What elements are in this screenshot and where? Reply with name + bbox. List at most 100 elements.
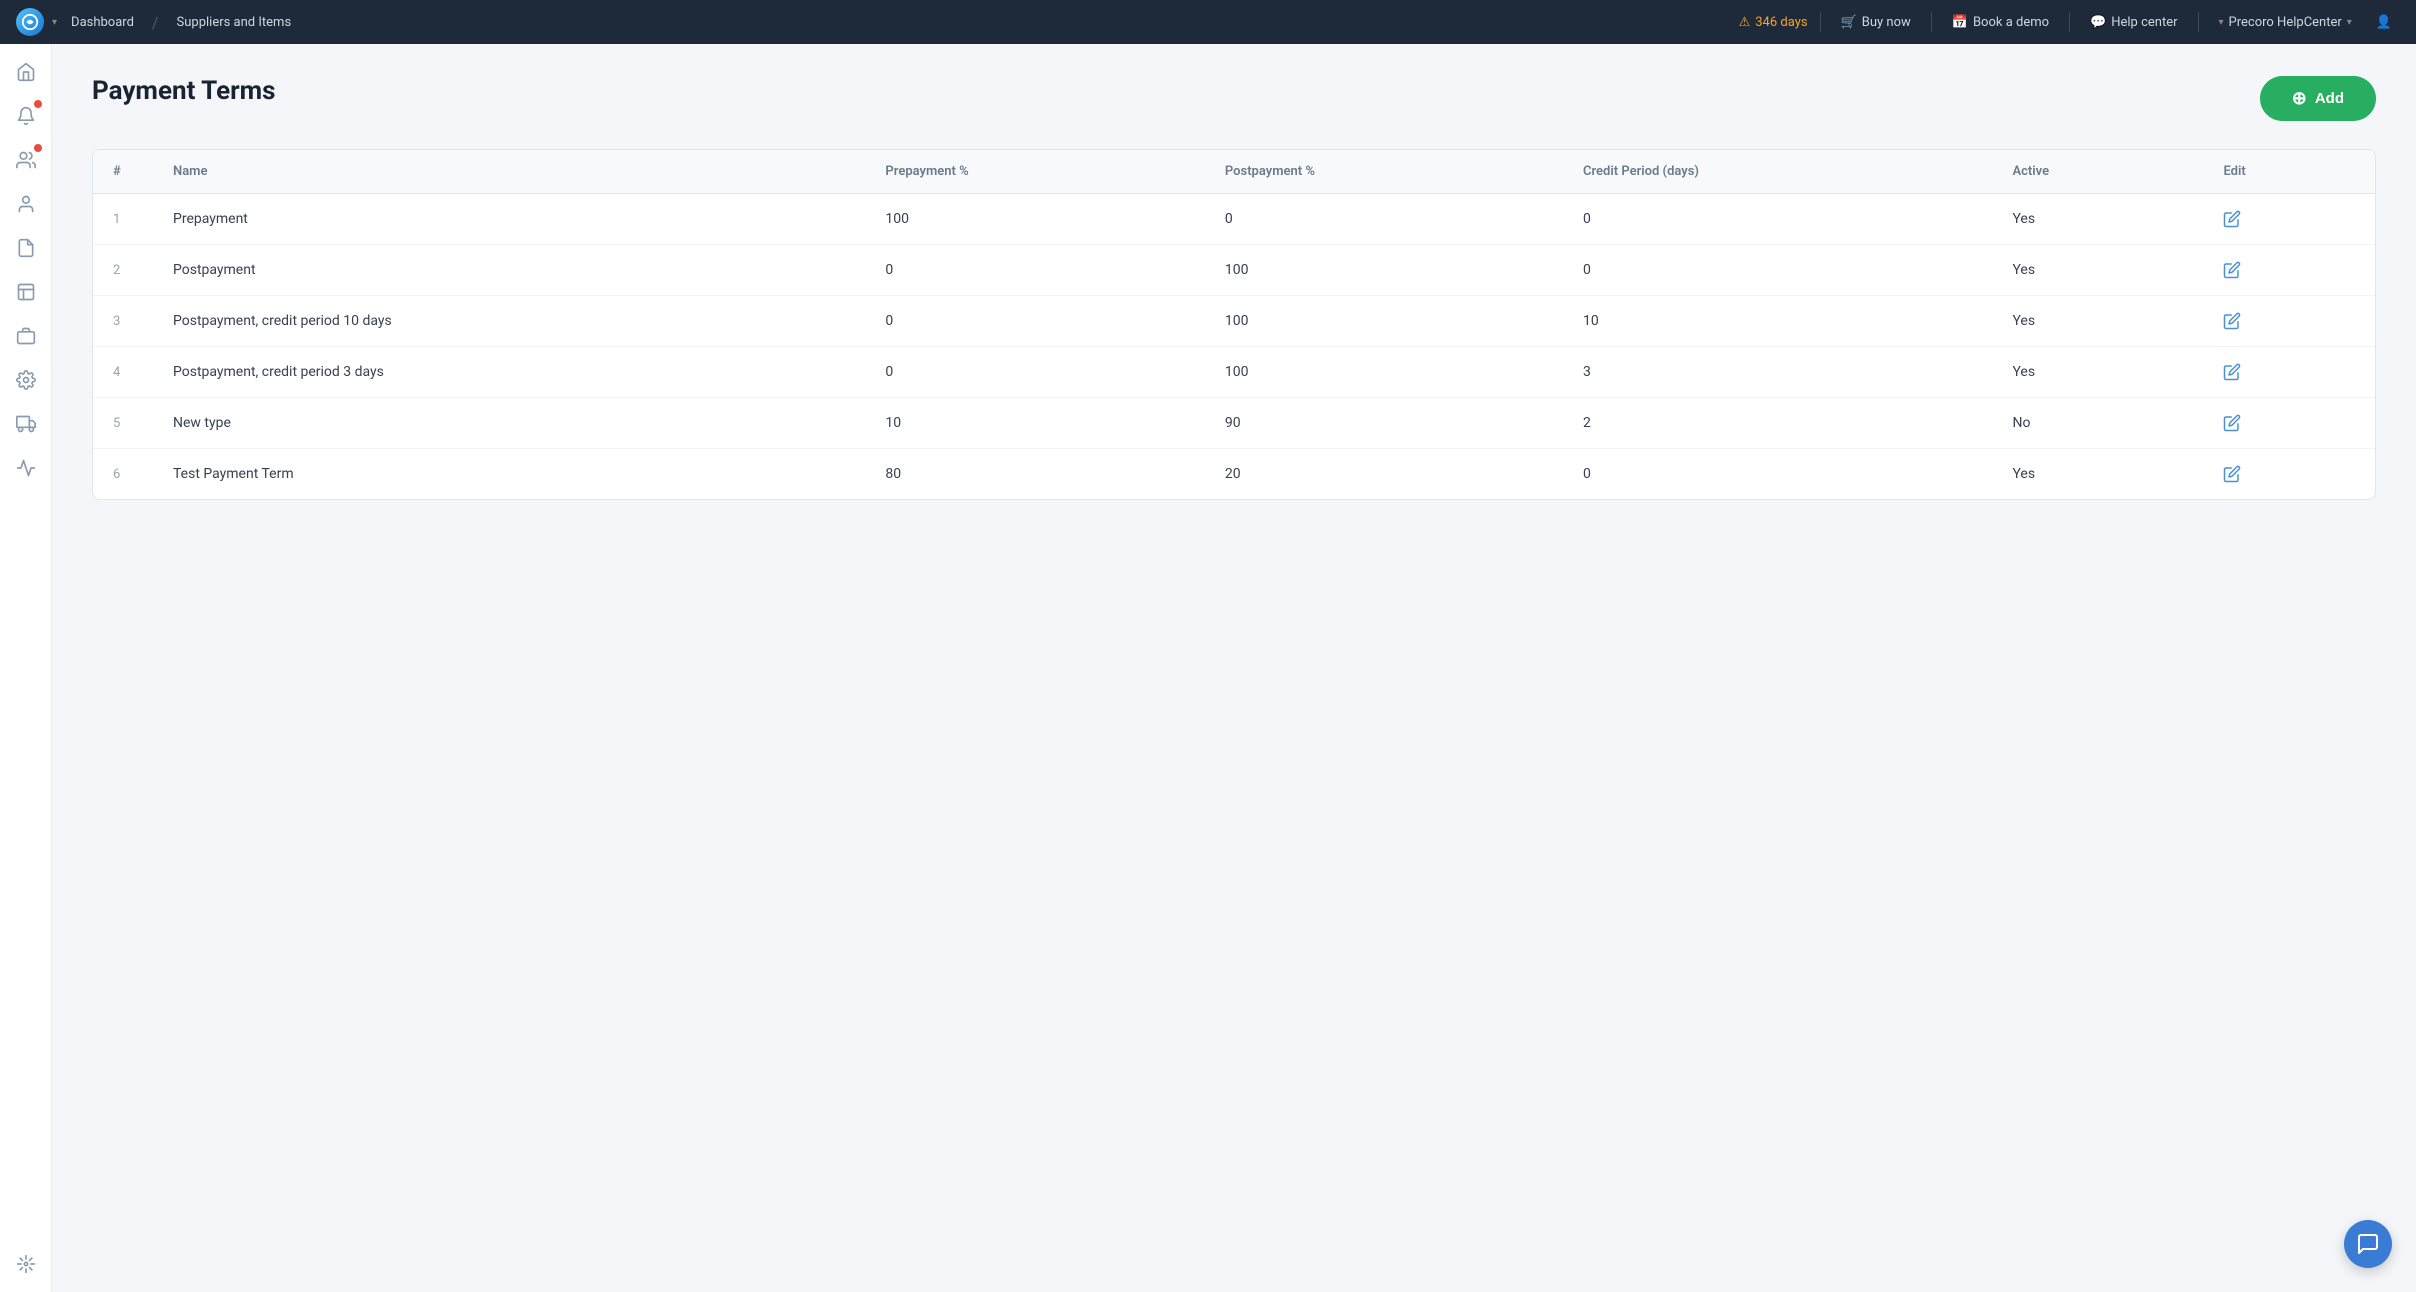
col-header-name: Name bbox=[153, 150, 865, 194]
cell-number: 2 bbox=[93, 245, 153, 296]
sidebar-item-users[interactable] bbox=[6, 140, 46, 180]
cell-prepayment: 0 bbox=[865, 296, 1204, 347]
cell-edit bbox=[2203, 194, 2375, 245]
warning-icon: ⚠ bbox=[1739, 15, 1751, 30]
help-center-button[interactable]: 💬 Help center bbox=[2082, 11, 2185, 34]
cell-credit-period: 3 bbox=[1563, 347, 1992, 398]
cell-postpayment: 100 bbox=[1205, 245, 1563, 296]
cell-name: Test Payment Term bbox=[153, 449, 865, 500]
buy-icon: 🛒 bbox=[1841, 15, 1857, 30]
col-header-credit-period: Credit Period (days) bbox=[1563, 150, 1992, 194]
cell-name: Postpayment, credit period 3 days bbox=[153, 347, 865, 398]
add-button[interactable]: ⊕ Add bbox=[2260, 76, 2376, 121]
cell-name: Postpayment, credit period 10 days bbox=[153, 296, 865, 347]
edit-icon bbox=[2223, 465, 2241, 483]
col-header-active: Active bbox=[1992, 150, 2203, 194]
sidebar-item-settings[interactable] bbox=[6, 360, 46, 400]
sidebar-item-notifications[interactable] bbox=[6, 96, 46, 136]
cell-name: Postpayment bbox=[153, 245, 865, 296]
nav-divider-1 bbox=[1820, 12, 1821, 32]
cell-prepayment: 0 bbox=[865, 245, 1204, 296]
nav-divider-4 bbox=[2198, 12, 2199, 32]
cell-number: 4 bbox=[93, 347, 153, 398]
sidebar-item-items[interactable] bbox=[6, 316, 46, 356]
book-demo-button[interactable]: 📅 Book a demo bbox=[1944, 11, 2057, 34]
cell-number: 3 bbox=[93, 296, 153, 347]
buy-now-button[interactable]: 🛒 Buy now bbox=[1833, 11, 1919, 34]
notification-badge bbox=[34, 100, 42, 108]
cell-name: Prepayment bbox=[153, 194, 865, 245]
cell-edit bbox=[2203, 296, 2375, 347]
help-icon: 💬 bbox=[2090, 15, 2106, 30]
edit-icon bbox=[2223, 414, 2241, 432]
table-row: 3Postpayment, credit period 10 days01001… bbox=[93, 296, 2375, 347]
edit-button[interactable] bbox=[2223, 312, 2241, 330]
table-row: 2Postpayment01000Yes bbox=[93, 245, 2375, 296]
col-header-number: # bbox=[93, 150, 153, 194]
cell-name: New type bbox=[153, 398, 865, 449]
cell-credit-period: 0 bbox=[1563, 194, 1992, 245]
cell-prepayment: 80 bbox=[865, 449, 1204, 500]
chat-widget[interactable] bbox=[2344, 1220, 2392, 1268]
sidebar-item-home[interactable] bbox=[6, 52, 46, 92]
col-header-prepayment: Prepayment % bbox=[865, 150, 1204, 194]
account-chevron: ▾ bbox=[2219, 17, 2224, 28]
app-logo[interactable] bbox=[16, 8, 44, 36]
edit-icon bbox=[2223, 261, 2241, 279]
cell-credit-period: 0 bbox=[1563, 449, 1992, 500]
payment-terms-table: # Name Prepayment % Postpayment % Credit… bbox=[93, 150, 2375, 499]
plus-icon: ⊕ bbox=[2292, 88, 2307, 109]
sidebar-item-documents[interactable] bbox=[6, 228, 46, 268]
account-menu[interactable]: ▾ Precoro HelpCenter ▾ bbox=[2211, 11, 2360, 34]
add-button-label: Add bbox=[2315, 90, 2344, 107]
edit-icon bbox=[2223, 363, 2241, 381]
col-header-edit: Edit bbox=[2203, 150, 2375, 194]
user-icon: 👤 bbox=[2376, 15, 2392, 30]
cell-prepayment: 10 bbox=[865, 398, 1204, 449]
edit-button[interactable] bbox=[2223, 210, 2241, 228]
sidebar-item-analytics[interactable] bbox=[6, 448, 46, 488]
cell-active: No bbox=[1992, 398, 2203, 449]
edit-icon bbox=[2223, 312, 2241, 330]
cell-postpayment: 100 bbox=[1205, 347, 1563, 398]
table-header: # Name Prepayment % Postpayment % Credit… bbox=[93, 150, 2375, 194]
cell-credit-period: 0 bbox=[1563, 245, 1992, 296]
nav-divider-3 bbox=[2069, 12, 2070, 32]
edit-button[interactable] bbox=[2223, 363, 2241, 381]
main-content: Payment Terms ⊕ Add # Name Prepayment % … bbox=[52, 44, 2416, 1292]
page-title: Payment Terms bbox=[92, 76, 276, 106]
sidebar-item-suppliers[interactable] bbox=[6, 404, 46, 444]
cell-number: 1 bbox=[93, 194, 153, 245]
nav-divider-2 bbox=[1931, 12, 1932, 32]
sidebar-item-integrations[interactable] bbox=[6, 1244, 46, 1284]
table-row: 4Postpayment, credit period 3 days01003Y… bbox=[93, 347, 2375, 398]
payment-terms-table-container: # Name Prepayment % Postpayment % Credit… bbox=[92, 149, 2376, 500]
page-header: Payment Terms ⊕ Add bbox=[92, 76, 2376, 121]
cell-edit bbox=[2203, 245, 2375, 296]
cell-number: 6 bbox=[93, 449, 153, 500]
suppliers-nav-item[interactable]: Suppliers and Items bbox=[171, 11, 298, 34]
user-avatar-button[interactable]: 👤 bbox=[2368, 11, 2400, 34]
edit-button[interactable] bbox=[2223, 261, 2241, 279]
top-navigation: ▾ Dashboard / Suppliers and Items ⚠ 346 … bbox=[0, 0, 2416, 44]
sidebar-item-reports[interactable] bbox=[6, 272, 46, 312]
edit-button[interactable] bbox=[2223, 414, 2241, 432]
edit-icon bbox=[2223, 210, 2241, 228]
cell-active: Yes bbox=[1992, 347, 2203, 398]
table-row: 1Prepayment10000Yes bbox=[93, 194, 2375, 245]
cell-postpayment: 90 bbox=[1205, 398, 1563, 449]
cell-prepayment: 100 bbox=[865, 194, 1204, 245]
users-badge bbox=[34, 144, 42, 152]
cell-postpayment: 20 bbox=[1205, 449, 1563, 500]
cell-active: Yes bbox=[1992, 245, 2203, 296]
breadcrumb-separator: / bbox=[152, 13, 159, 32]
cell-credit-period: 2 bbox=[1563, 398, 1992, 449]
cell-edit bbox=[2203, 347, 2375, 398]
warning-days[interactable]: ⚠ 346 days bbox=[1739, 15, 1808, 30]
cell-credit-period: 10 bbox=[1563, 296, 1992, 347]
edit-button[interactable] bbox=[2223, 465, 2241, 483]
cell-number: 5 bbox=[93, 398, 153, 449]
dashboard-nav-item[interactable]: Dashboard bbox=[65, 11, 140, 34]
sidebar bbox=[0, 44, 52, 1292]
sidebar-item-profile[interactable] bbox=[6, 184, 46, 224]
